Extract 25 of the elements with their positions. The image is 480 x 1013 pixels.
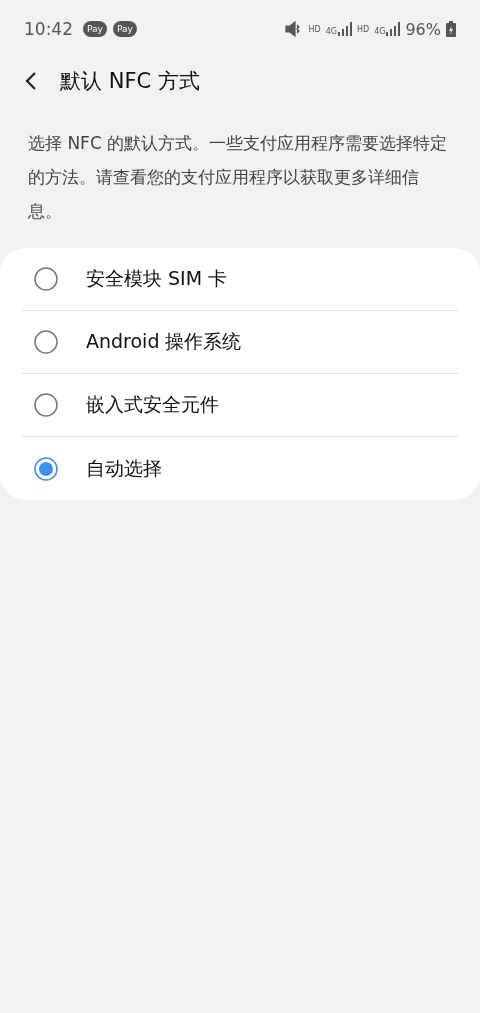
pay-notification-icon: Pay — [83, 21, 107, 37]
option-row[interactable]: 安全模块 SIM 卡 — [22, 248, 458, 311]
radio-button[interactable] — [34, 393, 58, 417]
option-label: 自动选择 — [86, 455, 162, 481]
radio-button[interactable] — [34, 456, 58, 481]
signal-icon — [337, 22, 352, 36]
pay-notification-icon: Pay — [112, 21, 137, 37]
option-row[interactable]: 嵌入式安全元件 — [22, 374, 458, 437]
network-label: 4G — [374, 27, 386, 36]
option-row[interactable]: 自动选择 — [22, 437, 458, 500]
option-label: Android 操作系统 — [86, 329, 242, 354]
radio-button[interactable] — [34, 267, 58, 291]
radio-button[interactable] — [34, 330, 58, 354]
status-time: 10:42 — [24, 19, 73, 39]
option-label: 安全模块 SIM 卡 — [86, 266, 228, 291]
network-label: 4G — [325, 27, 337, 36]
hd-label: HD — [308, 24, 321, 34]
hd-label: HD — [356, 24, 370, 34]
battery-charging-icon — [446, 21, 456, 37]
option-row[interactable]: Android 操作系统 — [22, 311, 458, 374]
signal-icon — [386, 22, 401, 36]
page-title: 默认 NFC 方式 — [60, 68, 200, 95]
description-text: 选择 NFC 的默认方式。一些支付应用程序需要选择特定的方法。请查看您的支付应用程序以获取更多详细信息。 — [28, 132, 449, 223]
option-label: 嵌入式安全元件 — [86, 392, 219, 417]
battery-percent: 96% — [405, 19, 441, 39]
